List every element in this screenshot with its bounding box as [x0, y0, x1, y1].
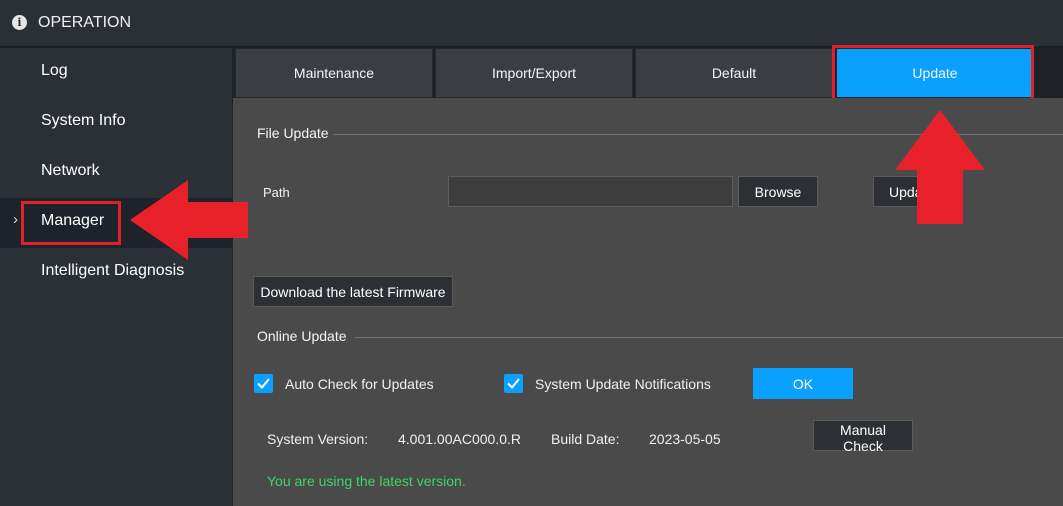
system-version-value: 4.001.00AC000.0.R	[398, 431, 521, 447]
sidebar-item-label: Intelligent Diagnosis	[41, 262, 185, 279]
auto-check-checkbox[interactable]	[254, 374, 273, 393]
highlight-box-manager	[21, 201, 121, 245]
sidebar-item-label: System Info	[41, 112, 126, 129]
sidebar: Log System Info Network › Manager Intell…	[0, 48, 233, 506]
file-update-title: File Update	[257, 125, 329, 141]
section-divider	[355, 337, 1063, 338]
update-status-text: You are using the latest version.	[267, 473, 466, 489]
build-date-label: Build Date:	[551, 431, 620, 447]
tab-maintenance[interactable]: Maintenance	[235, 48, 433, 98]
browse-button[interactable]: Browse	[738, 176, 818, 207]
sidebar-item-system-info[interactable]: System Info	[0, 98, 232, 148]
tab-import-export[interactable]: Import/Export	[435, 48, 633, 98]
manual-check-button[interactable]: Manual Check	[813, 420, 913, 454]
auto-check-label: Auto Check for Updates	[285, 376, 434, 392]
sidebar-item-label: Log	[41, 62, 68, 79]
path-input[interactable]	[448, 176, 733, 207]
system-version-label: System Version:	[267, 431, 369, 447]
sidebar-item-log[interactable]: Log	[0, 48, 232, 98]
chevron-right-icon: ›	[13, 211, 18, 228]
page-title: OPERATION	[38, 14, 132, 31]
info-icon: i	[12, 15, 27, 30]
notifications-checkbox[interactable]	[504, 374, 523, 393]
build-date-value: 2023-05-05	[649, 431, 721, 447]
tab-default[interactable]: Default	[635, 48, 833, 98]
ok-button[interactable]: OK	[753, 368, 853, 399]
checkmark-icon	[257, 378, 270, 389]
title-bar: i OPERATION	[0, 0, 1063, 48]
notifications-label: System Update Notifications	[535, 376, 711, 392]
download-firmware-button[interactable]: Download the latest Firmware	[253, 276, 453, 307]
highlight-box-update-tab	[832, 45, 1034, 101]
path-label: Path	[263, 185, 290, 200]
sidebar-item-label: Network	[41, 162, 100, 179]
checkmark-icon	[507, 378, 520, 389]
online-update-title: Online Update	[257, 328, 347, 344]
red-arrow-left-icon	[130, 180, 248, 260]
red-arrow-up-icon	[895, 110, 985, 224]
